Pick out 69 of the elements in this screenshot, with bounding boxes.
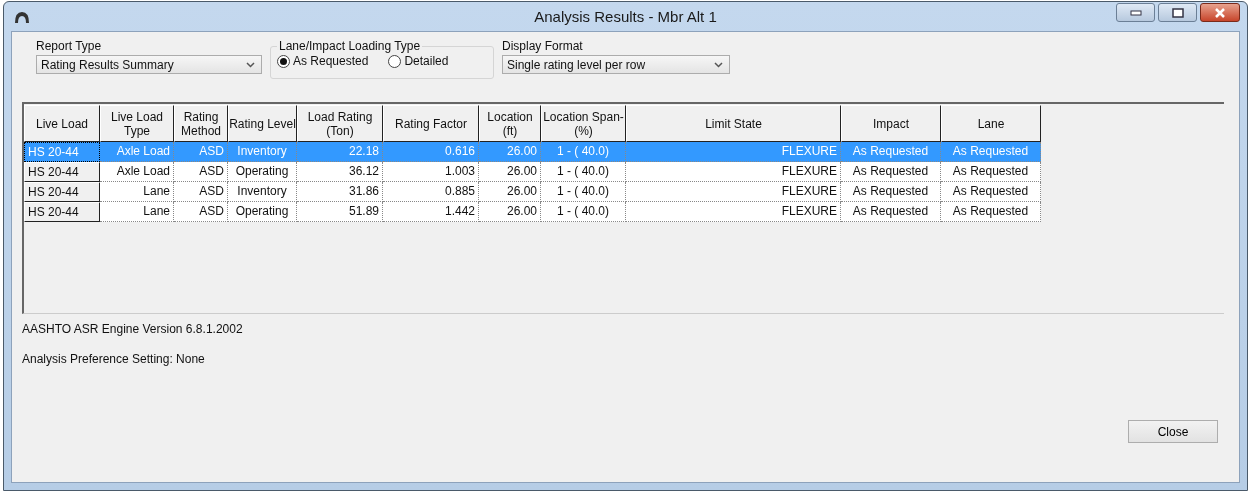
radio-option[interactable]: As Requested [277, 54, 369, 68]
table-cell: 36.12 [297, 162, 383, 182]
column-header: Live Load Type [100, 105, 174, 142]
table-cell: 1 - ( 40.0) [541, 202, 626, 222]
table-cell: Axle Load [100, 142, 174, 162]
table-row[interactable]: HS 20-44 Lane ASD Operating 51.89 1.442 26.00 1 - ( 40.0) FLEXURE As Requested As Requested [24, 202, 1224, 222]
table-cell: Inventory [228, 182, 297, 202]
table-cell: FLEXURE [626, 182, 841, 202]
table-cell: 26.00 [479, 162, 541, 182]
table-cell: 0.885 [383, 182, 479, 202]
table-cell: 1 - ( 40.0) [541, 182, 626, 202]
window-title: Analysis Results - Mbr Alt 1 [534, 8, 717, 25]
table-cell: As Requested [941, 202, 1041, 222]
preference-setting: Analysis Preference Setting: None [22, 352, 206, 366]
table-cell: 26.00 [479, 142, 541, 162]
column-header: Live Load [24, 105, 100, 142]
table-cell: ASD [174, 202, 228, 222]
column-header: Rating Factor [383, 105, 479, 142]
table-cell: 1.442 [383, 202, 479, 222]
table-cell: FLEXURE [626, 142, 841, 162]
table-cell: Lane [100, 182, 174, 202]
column-header: Lane [941, 105, 1041, 142]
table-cell: As Requested [841, 162, 941, 182]
table-cell: HS 20-44 [24, 162, 100, 182]
table-cell: As Requested [941, 142, 1041, 162]
table-cell: Inventory [228, 142, 297, 162]
column-header: Rating Level [228, 105, 297, 142]
table-cell: HS 20-44 [24, 142, 100, 162]
report-type-dropdown[interactable]: Rating Results Summary [36, 55, 262, 74]
column-header: Impact [841, 105, 941, 142]
table-cell: Lane [100, 202, 174, 222]
table-cell: Operating [228, 202, 297, 222]
table-cell: 26.00 [479, 182, 541, 202]
table-cell: As Requested [841, 182, 941, 202]
table-cell: 1 - ( 40.0) [541, 162, 626, 182]
field-label: Report Type [36, 39, 103, 54]
table-cell: ASD [174, 162, 228, 182]
table-cell: 22.18 [297, 142, 383, 162]
table-cell: FLEXURE [626, 162, 841, 182]
table-cell: 31.86 [297, 182, 383, 202]
table-cell: Operating [228, 162, 297, 182]
table-cell: 26.00 [479, 202, 541, 222]
close-dialog-button[interactable]: Close [1128, 420, 1218, 443]
table-cell: HS 20-44 [24, 202, 100, 222]
engine-version: AASHTO ASR Engine Version 6.8.1.2002 [22, 322, 244, 336]
table-cell: HS 20-44 [24, 182, 100, 202]
column-header: Location Span-(%) [541, 105, 626, 142]
table-cell: ASD [174, 142, 228, 162]
table-cell: 1.003 [383, 162, 479, 182]
radio-option[interactable]: Detailed [388, 54, 449, 68]
table-row[interactable]: HS 20-44 Axle Load ASD Operating 36.12 1.003 26.00 1 - ( 40.0) FLEXURE As Requested As Requested [24, 162, 1224, 182]
table-cell: 1 - ( 40.0) [541, 142, 626, 162]
group-label: Lane/Impact Loading Type [277, 39, 423, 53]
display-format-dropdown[interactable]: Single rating level per row [502, 55, 730, 74]
column-header: Location (ft) [479, 105, 541, 142]
table-cell: ASD [174, 182, 228, 202]
table-cell: 0.616 [383, 142, 479, 162]
table-cell: 51.89 [297, 202, 383, 222]
table-cell: FLEXURE [626, 202, 841, 222]
column-header: Load Rating (Ton) [297, 105, 383, 142]
column-header: Rating Method [174, 105, 228, 142]
field-label: Display Format [502, 39, 584, 54]
table-cell: As Requested [941, 182, 1041, 202]
table-cell: As Requested [941, 162, 1041, 182]
table-cell: Axle Load [100, 162, 174, 182]
table-cell: As Requested [841, 142, 941, 162]
table-row[interactable]: HS 20-44 Lane ASD Inventory 31.86 0.885 26.00 1 - ( 40.0) FLEXURE As Requested As Requested [24, 182, 1224, 202]
table-cell: As Requested [841, 202, 941, 222]
column-header: Limit State [626, 105, 841, 142]
